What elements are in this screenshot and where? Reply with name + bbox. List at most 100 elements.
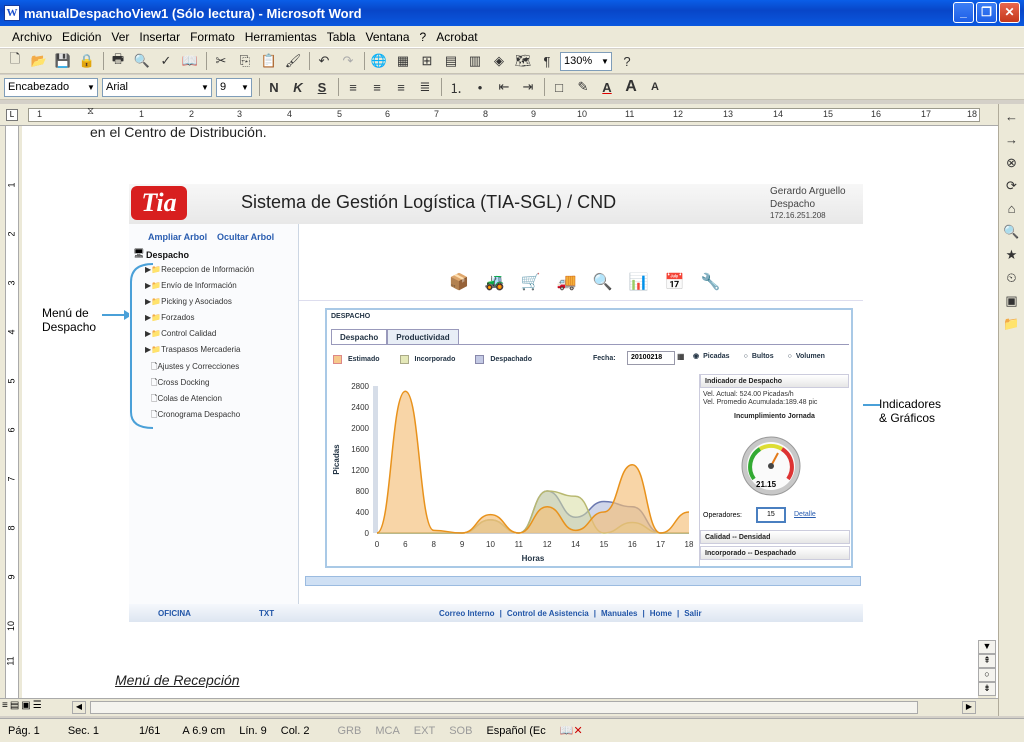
previous-page-icon[interactable]: ⇞	[978, 654, 996, 668]
spelling-icon[interactable]: ✓	[155, 51, 177, 71]
web-view-icon[interactable]: ▤	[10, 700, 19, 711]
font-select[interactable]: Arial ▼	[102, 77, 212, 97]
browse-object-icon[interactable]: ○	[978, 668, 996, 682]
tab-selector-icon[interactable]: L	[6, 109, 18, 121]
scroll-left-icon[interactable]: ◀	[72, 701, 86, 714]
tab-productividad[interactable]: Productividad	[387, 329, 459, 344]
tree-item[interactable]: 🗋Colas de Atencion	[151, 393, 222, 407]
align-center-icon[interactable]: ≡	[366, 77, 388, 97]
tree-item[interactable]: 🗋Cronograma Despacho	[151, 409, 240, 423]
status-mode-ext[interactable]: EXT	[414, 725, 435, 737]
footer-txt[interactable]: TXT	[259, 609, 274, 618]
numbering-icon[interactable]: ⒈	[445, 77, 467, 97]
calendar-icon[interactable]: 📅	[665, 272, 685, 292]
horizontal-scrollbar[interactable]: ≡ ▤ ▣ ☰ ◀ ▶	[0, 698, 998, 716]
detalle-link[interactable]: Detalle	[794, 511, 816, 518]
favorites-icon[interactable]: ★	[1002, 245, 1022, 265]
report-icon[interactable]: 📊	[629, 272, 649, 292]
section-calidad[interactable]: Calidad -- Densidad	[700, 530, 850, 544]
section-incorporado[interactable]: Incorporado -- Despachado	[700, 546, 850, 560]
history-icon[interactable]: ⏲	[1002, 268, 1022, 288]
hide-tree-link[interactable]: Ocultar Arbol	[217, 232, 274, 242]
close-button[interactable]: ✕	[999, 2, 1020, 23]
redo-icon[interactable]: ↷	[337, 51, 359, 71]
search-icon[interactable]: 🔍	[593, 272, 613, 292]
increase-indent-icon[interactable]: ⇥	[517, 77, 539, 97]
underline-icon[interactable]: S	[311, 77, 333, 97]
menu-tabla[interactable]: Tabla	[327, 30, 356, 44]
normal-view-icon[interactable]: ≡	[2, 700, 8, 711]
outline-view-icon[interactable]: ☰	[33, 700, 42, 711]
zoom-select[interactable]: 130% ▼	[560, 51, 612, 71]
drawing-icon[interactable]: ◈	[488, 51, 510, 71]
vertical-scrollbar[interactable]: ▼ ⇞ ○ ⇟	[978, 640, 996, 700]
copy-icon[interactable]: ⎘	[234, 51, 256, 71]
columns-icon[interactable]: ▥	[464, 51, 486, 71]
tree-item[interactable]: 🗋Ajustes y Correcciones	[151, 361, 239, 375]
tree-item[interactable]: ▶📁Forzados	[145, 313, 194, 322]
calendar-picker-icon[interactable]: ▦	[677, 352, 685, 361]
footer-oficina[interactable]: OFICINA	[158, 609, 191, 618]
bullets-icon[interactable]: •	[469, 77, 491, 97]
print-icon[interactable]: 🖶	[107, 51, 129, 71]
menu-herramientas[interactable]: Herramientas	[245, 30, 317, 44]
expand-tree-link[interactable]: Ampliar Arbol	[148, 232, 207, 242]
footer-link-asistencia[interactable]: Control de Asistencia	[507, 609, 589, 618]
folder-icon[interactable]: 📁	[1002, 314, 1022, 334]
app-horizontal-scrollbar[interactable]	[305, 576, 861, 586]
tree-item[interactable]: ▶📁Recepcion de Información	[145, 265, 254, 274]
horizontal-ruler[interactable]: L 1 1 2 3 4 5 6 7 8 9 10 11 12 13 14 15 …	[0, 104, 998, 126]
restore-button[interactable]: ❐	[976, 2, 997, 23]
format-painter-icon[interactable]: 🖌	[282, 51, 304, 71]
menu-acrobat[interactable]: Acrobat	[436, 30, 477, 44]
menu-edicion[interactable]: Edición	[62, 30, 101, 44]
permission-icon[interactable]: 🔒	[76, 51, 98, 71]
tables-borders-icon[interactable]: ▦	[392, 51, 414, 71]
style-select[interactable]: Encabezado ▼	[4, 77, 98, 97]
insert-excel-icon[interactable]: ▤	[440, 51, 462, 71]
cart-icon[interactable]: 🛒	[521, 272, 541, 292]
radio-bultos-icon[interactable]: ○	[744, 353, 748, 360]
channel-icon[interactable]: ▣	[1002, 291, 1022, 311]
align-right-icon[interactable]: ≡	[390, 77, 412, 97]
home-icon[interactable]: ⌂	[1002, 199, 1022, 219]
font-size-select[interactable]: 9 ▼	[216, 77, 252, 97]
menu-formato[interactable]: Formato	[190, 30, 235, 44]
tree-item[interactable]: ▶📁Envío de Información	[145, 281, 237, 290]
footer-link-home[interactable]: Home	[650, 609, 672, 618]
operadores-input[interactable]: 15	[756, 507, 786, 523]
back-icon[interactable]: ←	[1002, 107, 1022, 127]
next-page-icon[interactable]: ⇟	[978, 682, 996, 696]
menu-help[interactable]: ?	[420, 30, 427, 44]
footer-link-correo[interactable]: Correo Interno	[439, 609, 495, 618]
spelling-status-icon[interactable]: 📖✕	[560, 724, 583, 737]
radio-volumen-icon[interactable]: ○	[788, 353, 792, 360]
shrink-font-icon[interactable]: A	[644, 77, 666, 97]
research-icon[interactable]: 📖	[179, 51, 201, 71]
font-color-icon[interactable]: A	[596, 77, 618, 97]
footer-link-manuales[interactable]: Manuales	[601, 609, 637, 618]
forward-icon[interactable]: →	[1002, 130, 1022, 150]
tools-icon[interactable]: 🔧	[700, 272, 720, 292]
cut-icon[interactable]: ✂	[210, 51, 232, 71]
border-icon[interactable]: □	[548, 77, 570, 97]
insert-table-icon[interactable]: ⊞	[416, 51, 438, 71]
highlight-icon[interactable]: ✎	[572, 77, 594, 97]
print-view-icon[interactable]: ▣	[21, 700, 30, 711]
footer-link-salir[interactable]: Salir	[684, 609, 701, 618]
document-map-icon[interactable]: 🗺	[512, 51, 534, 71]
refresh-icon[interactable]: ⟳	[1002, 176, 1022, 196]
align-left-icon[interactable]: ≡	[342, 77, 364, 97]
minimize-button[interactable]: _	[953, 2, 974, 23]
new-document-icon[interactable]: 🗋	[4, 51, 26, 71]
status-mode-grb[interactable]: GRB	[338, 725, 362, 737]
paste-icon[interactable]: 📋	[258, 51, 280, 71]
tree-item[interactable]: ▶📁Picking y Asociados	[145, 297, 232, 306]
tree-root[interactable]: Despacho	[146, 250, 189, 260]
grow-font-icon[interactable]: A	[620, 77, 642, 97]
open-folder-icon[interactable]: 📂	[28, 51, 50, 71]
menu-archivo[interactable]: Archivo	[12, 30, 52, 44]
menu-insertar[interactable]: Insertar	[139, 30, 180, 44]
status-mode-sob[interactable]: SOB	[449, 725, 472, 737]
tree-item[interactable]: ▶📁Traspasos Mercaderia	[145, 345, 240, 354]
